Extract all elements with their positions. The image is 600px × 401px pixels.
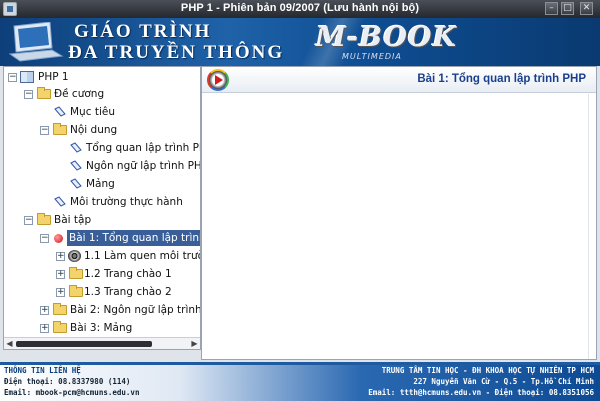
content-vertical-scrollbar[interactable] (588, 94, 596, 359)
tree-node-moi-truong[interactable]: Môi trường thực hành (4, 194, 200, 210)
tree-node-bai1-2[interactable]: + 1.2 Trang chào 1 (4, 266, 200, 282)
folder-icon (37, 87, 51, 99)
lesson-title: Bài 1: Tổng quan lập trình PHP (417, 73, 586, 85)
folder-icon (53, 123, 67, 135)
tree-label: Ngôn ngữ lập trình PHP (86, 160, 201, 172)
collapse-icon[interactable]: − (24, 90, 33, 99)
tree-label: Bài 3: Mảng (70, 322, 133, 334)
scroll-right-icon[interactable]: ▶ (190, 339, 199, 348)
collapse-icon[interactable]: − (24, 216, 33, 225)
collapse-icon[interactable]: − (40, 126, 49, 135)
tree-node-bai1-1[interactable]: + 1.1 Làm quen môi trường (4, 248, 200, 264)
laptop-icon (8, 22, 64, 62)
center-contact[interactable]: Email: ttth@hcmuns.edu.vn - Điện thoại: … (368, 388, 594, 397)
contact-heading: THÔNG TIN LIÊN HỆ (4, 366, 81, 375)
expand-icon[interactable]: + (40, 324, 49, 333)
document-icon (54, 196, 66, 207)
book-icon (20, 71, 34, 83)
tree-node-bai-tap[interactable]: − Bài tập (4, 212, 200, 228)
document-icon (54, 106, 66, 117)
tree-node-noi-dung[interactable]: − Nội dung (4, 122, 200, 138)
folder-icon (53, 321, 67, 333)
tree-label: Mục tiêu (70, 106, 115, 118)
center-address: 227 Nguyễn Văn Cừ - Q.5 - Tp.Hồ Chí Minh (413, 377, 594, 386)
folder-icon (53, 303, 67, 315)
tree-label: Môi trường thực hành (70, 196, 183, 208)
tree-label: 1.3 Trang chào 2 (84, 286, 172, 298)
tree-node-tong-quan[interactable]: Tổng quan lập trình PHP (4, 140, 200, 156)
expand-icon[interactable]: + (56, 252, 65, 261)
contact-phone: Điện thoại: 08.8337980 (114) (4, 377, 131, 386)
center-name: TRUNG TÂM TIN HỌC - ĐH KHOA HỌC TỰ NHIÊN… (381, 366, 594, 375)
title-bar: PHP 1 - Phiên bản 09/2007 (Lưu hành nội … (0, 0, 600, 18)
tree-node-bai1-3[interactable]: + 1.3 Trang chào 2 (4, 284, 200, 300)
play-button[interactable] (207, 69, 229, 91)
close-button[interactable]: ✕ (580, 2, 593, 15)
folder-icon (69, 267, 83, 279)
tree-node-root[interactable]: − PHP 1 (4, 69, 200, 85)
play-icon (215, 75, 223, 85)
document-icon (70, 178, 82, 189)
tree-node-ngon-ngu[interactable]: Ngôn ngữ lập trình PHP (4, 158, 200, 174)
header-banner: GIÁO TRÌNH ĐA TRUYỀN THÔNG M-BOOK MULTIM… (0, 18, 600, 66)
content-header: Bài 1: Tổng quan lập trình PHP (202, 67, 596, 93)
tree-label: Bài tập (54, 214, 92, 226)
tree-node-bai2[interactable]: + Bài 2: Ngôn ngữ lập trình PHP (4, 302, 200, 318)
expand-icon[interactable]: + (56, 270, 65, 279)
maximize-button[interactable]: □ (561, 2, 574, 15)
folder-icon (37, 213, 51, 225)
tree-node-mang[interactable]: Mảng (4, 176, 200, 192)
tree-node-de-cuong[interactable]: − Đề cương (4, 86, 200, 102)
tree-label: 1.2 Trang chào 1 (84, 268, 172, 280)
tree-label-selected: Bài 1: Tổng quan lập trình PH (67, 230, 200, 246)
tree-label: 1.1 Làm quen môi trường (84, 250, 200, 262)
tree-label: Nội dung (70, 124, 118, 136)
content-panel: Bài 1: Tổng quan lập trình PHP (201, 66, 597, 360)
bullet-icon (54, 234, 63, 243)
minimize-button[interactable]: – (545, 2, 558, 15)
tree-node-muc-tieu[interactable]: Mục tiêu (4, 104, 200, 120)
banner-title-line2: ĐA TRUYỀN THÔNG (68, 42, 285, 63)
tree-label: PHP 1 (38, 71, 69, 83)
mbook-logo: M-BOOK (316, 22, 457, 53)
tree-label: Tổng quan lập trình PHP (86, 142, 201, 154)
document-icon (70, 142, 82, 153)
tree-horizontal-scrollbar[interactable]: ◀ ▶ (4, 337, 200, 349)
tree-label: Mảng (86, 178, 115, 190)
film-reel-icon (68, 250, 81, 262)
collapse-icon[interactable]: − (8, 73, 17, 82)
tree-label: Đề cương (54, 88, 105, 100)
tree-node-bai3[interactable]: + Bài 3: Mảng (4, 320, 200, 336)
footer: THÔNG TIN LIÊN HỆ Điện thoại: 08.8337980… (0, 362, 600, 401)
document-icon (70, 160, 82, 171)
mbook-logo-sub: MULTIMEDIA (342, 52, 402, 61)
collapse-icon[interactable]: − (40, 234, 49, 243)
scroll-left-icon[interactable]: ◀ (5, 339, 14, 348)
expand-icon[interactable]: + (56, 288, 65, 297)
contact-email[interactable]: Email: mbook-pcm@hcmuns.edu.vn (4, 388, 139, 397)
tree-label: Bài 2: Ngôn ngữ lập trình PHP (70, 304, 201, 316)
banner-title-line1: GIÁO TRÌNH (74, 21, 212, 42)
window-title: PHP 1 - Phiên bản 09/2007 (Lưu hành nội … (180, 2, 420, 14)
scrollbar-thumb[interactable] (16, 341, 152, 347)
folder-icon (69, 285, 83, 297)
expand-icon[interactable]: + (40, 306, 49, 315)
tree-node-bai1[interactable]: − Bài 1: Tổng quan lập trình PH (4, 230, 200, 246)
navigation-tree[interactable]: − PHP 1 − Đề cương Mục tiêu − Nội dung T… (3, 66, 201, 350)
